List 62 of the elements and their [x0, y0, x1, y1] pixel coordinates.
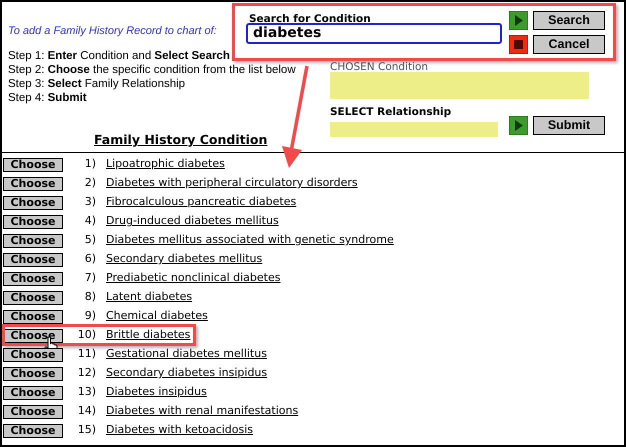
condition-link[interactable]: Lipoatrophic diabetes — [106, 156, 225, 173]
search-field[interactable]: diabetes — [246, 23, 502, 44]
row-number: 14) — [76, 403, 96, 420]
choose-button[interactable]: Choose — [3, 310, 63, 324]
condition-link[interactable]: Chemical diabetes — [106, 308, 208, 325]
condition-link[interactable]: Secondary diabetes insipidus — [106, 365, 268, 382]
choose-button[interactable]: Choose — [3, 328, 63, 342]
choose-button[interactable]: Choose — [3, 252, 63, 266]
relationship-field[interactable] — [330, 122, 498, 137]
step-text: Step 2: Choose the specific condition from the list below — [8, 63, 296, 77]
intro-text: To add a Family History Record to chart of: — [8, 24, 218, 38]
row-number: 6) — [84, 251, 96, 268]
step-text: Step 3: Select Family Relationship — [8, 77, 186, 91]
condition-link[interactable]: Latent diabetes — [106, 289, 192, 306]
row-number: 2) — [84, 175, 96, 192]
choose-button[interactable]: Choose — [3, 290, 63, 304]
choose-button[interactable]: Choose — [3, 158, 63, 172]
condition-link[interactable]: Gestational diabetes mellitus — [106, 346, 267, 363]
condition-link[interactable]: Prediabetic nonclinical diabetes — [106, 270, 280, 287]
condition-link[interactable]: Fibrocalculous pancreatic diabetes — [106, 194, 296, 211]
chosen-label: CHOSEN Condition — [330, 60, 428, 75]
choose-button[interactable]: Choose — [3, 196, 63, 210]
choose-button[interactable]: Choose — [3, 234, 63, 248]
play-icon[interactable] — [509, 11, 528, 30]
condition-link[interactable]: Secondary diabetes mellitus — [106, 251, 262, 268]
row-number: 10) — [76, 327, 96, 344]
choose-button[interactable]: Choose — [3, 176, 63, 190]
step-text: Step 1: Enter Condition and Select Search — [8, 49, 230, 63]
submit-button[interactable]: Submit — [533, 116, 605, 135]
search-button[interactable]: Search — [533, 11, 605, 30]
relationship-label: SELECT Relationship — [330, 105, 452, 120]
stop-icon[interactable] — [509, 35, 528, 54]
play-icon[interactable] — [509, 116, 528, 135]
row-number: 15) — [76, 422, 96, 438]
search-label: Search for Condition — [249, 12, 371, 26]
row-number: 12) — [76, 365, 96, 382]
choose-button[interactable]: Choose — [3, 424, 63, 438]
row-number: 11) — [76, 346, 96, 362]
choose-button[interactable]: Choose — [3, 272, 63, 286]
list-title: Family History Condition — [94, 131, 268, 149]
row-number: 4) — [84, 213, 96, 230]
choose-button[interactable]: Choose — [3, 214, 63, 228]
cancel-button[interactable]: Cancel — [533, 35, 605, 54]
step-text: Step 4: Submit — [8, 91, 87, 105]
condition-link[interactable]: Diabetes with ketoacidosis — [106, 422, 254, 439]
row-number: 8) — [84, 289, 96, 306]
choose-button[interactable]: Choose — [3, 404, 63, 418]
row-number: 1) — [84, 156, 96, 172]
condition-link[interactable]: Brittle diabetes — [106, 327, 190, 344]
condition-link[interactable]: Diabetes with peripheral circulatory disorders — [106, 175, 358, 192]
condition-link[interactable]: Diabetes insipidus — [106, 384, 207, 401]
row-number: 9) — [84, 308, 96, 324]
choose-button[interactable]: Choose — [3, 366, 63, 380]
choose-button[interactable]: Choose — [3, 348, 63, 362]
condition-link[interactable]: Diabetes with renal manifestations — [106, 403, 298, 420]
condition-link[interactable]: Drug-induced diabetes mellitus — [106, 213, 279, 230]
choose-button[interactable]: Choose — [3, 386, 63, 400]
condition-link[interactable]: Diabetes mellitus associated with genetic syndrome — [106, 232, 394, 249]
row-number: 13) — [76, 384, 96, 400]
row-number: 5) — [84, 232, 96, 248]
row-number: 3) — [84, 194, 96, 210]
row-number: 7) — [84, 270, 96, 286]
